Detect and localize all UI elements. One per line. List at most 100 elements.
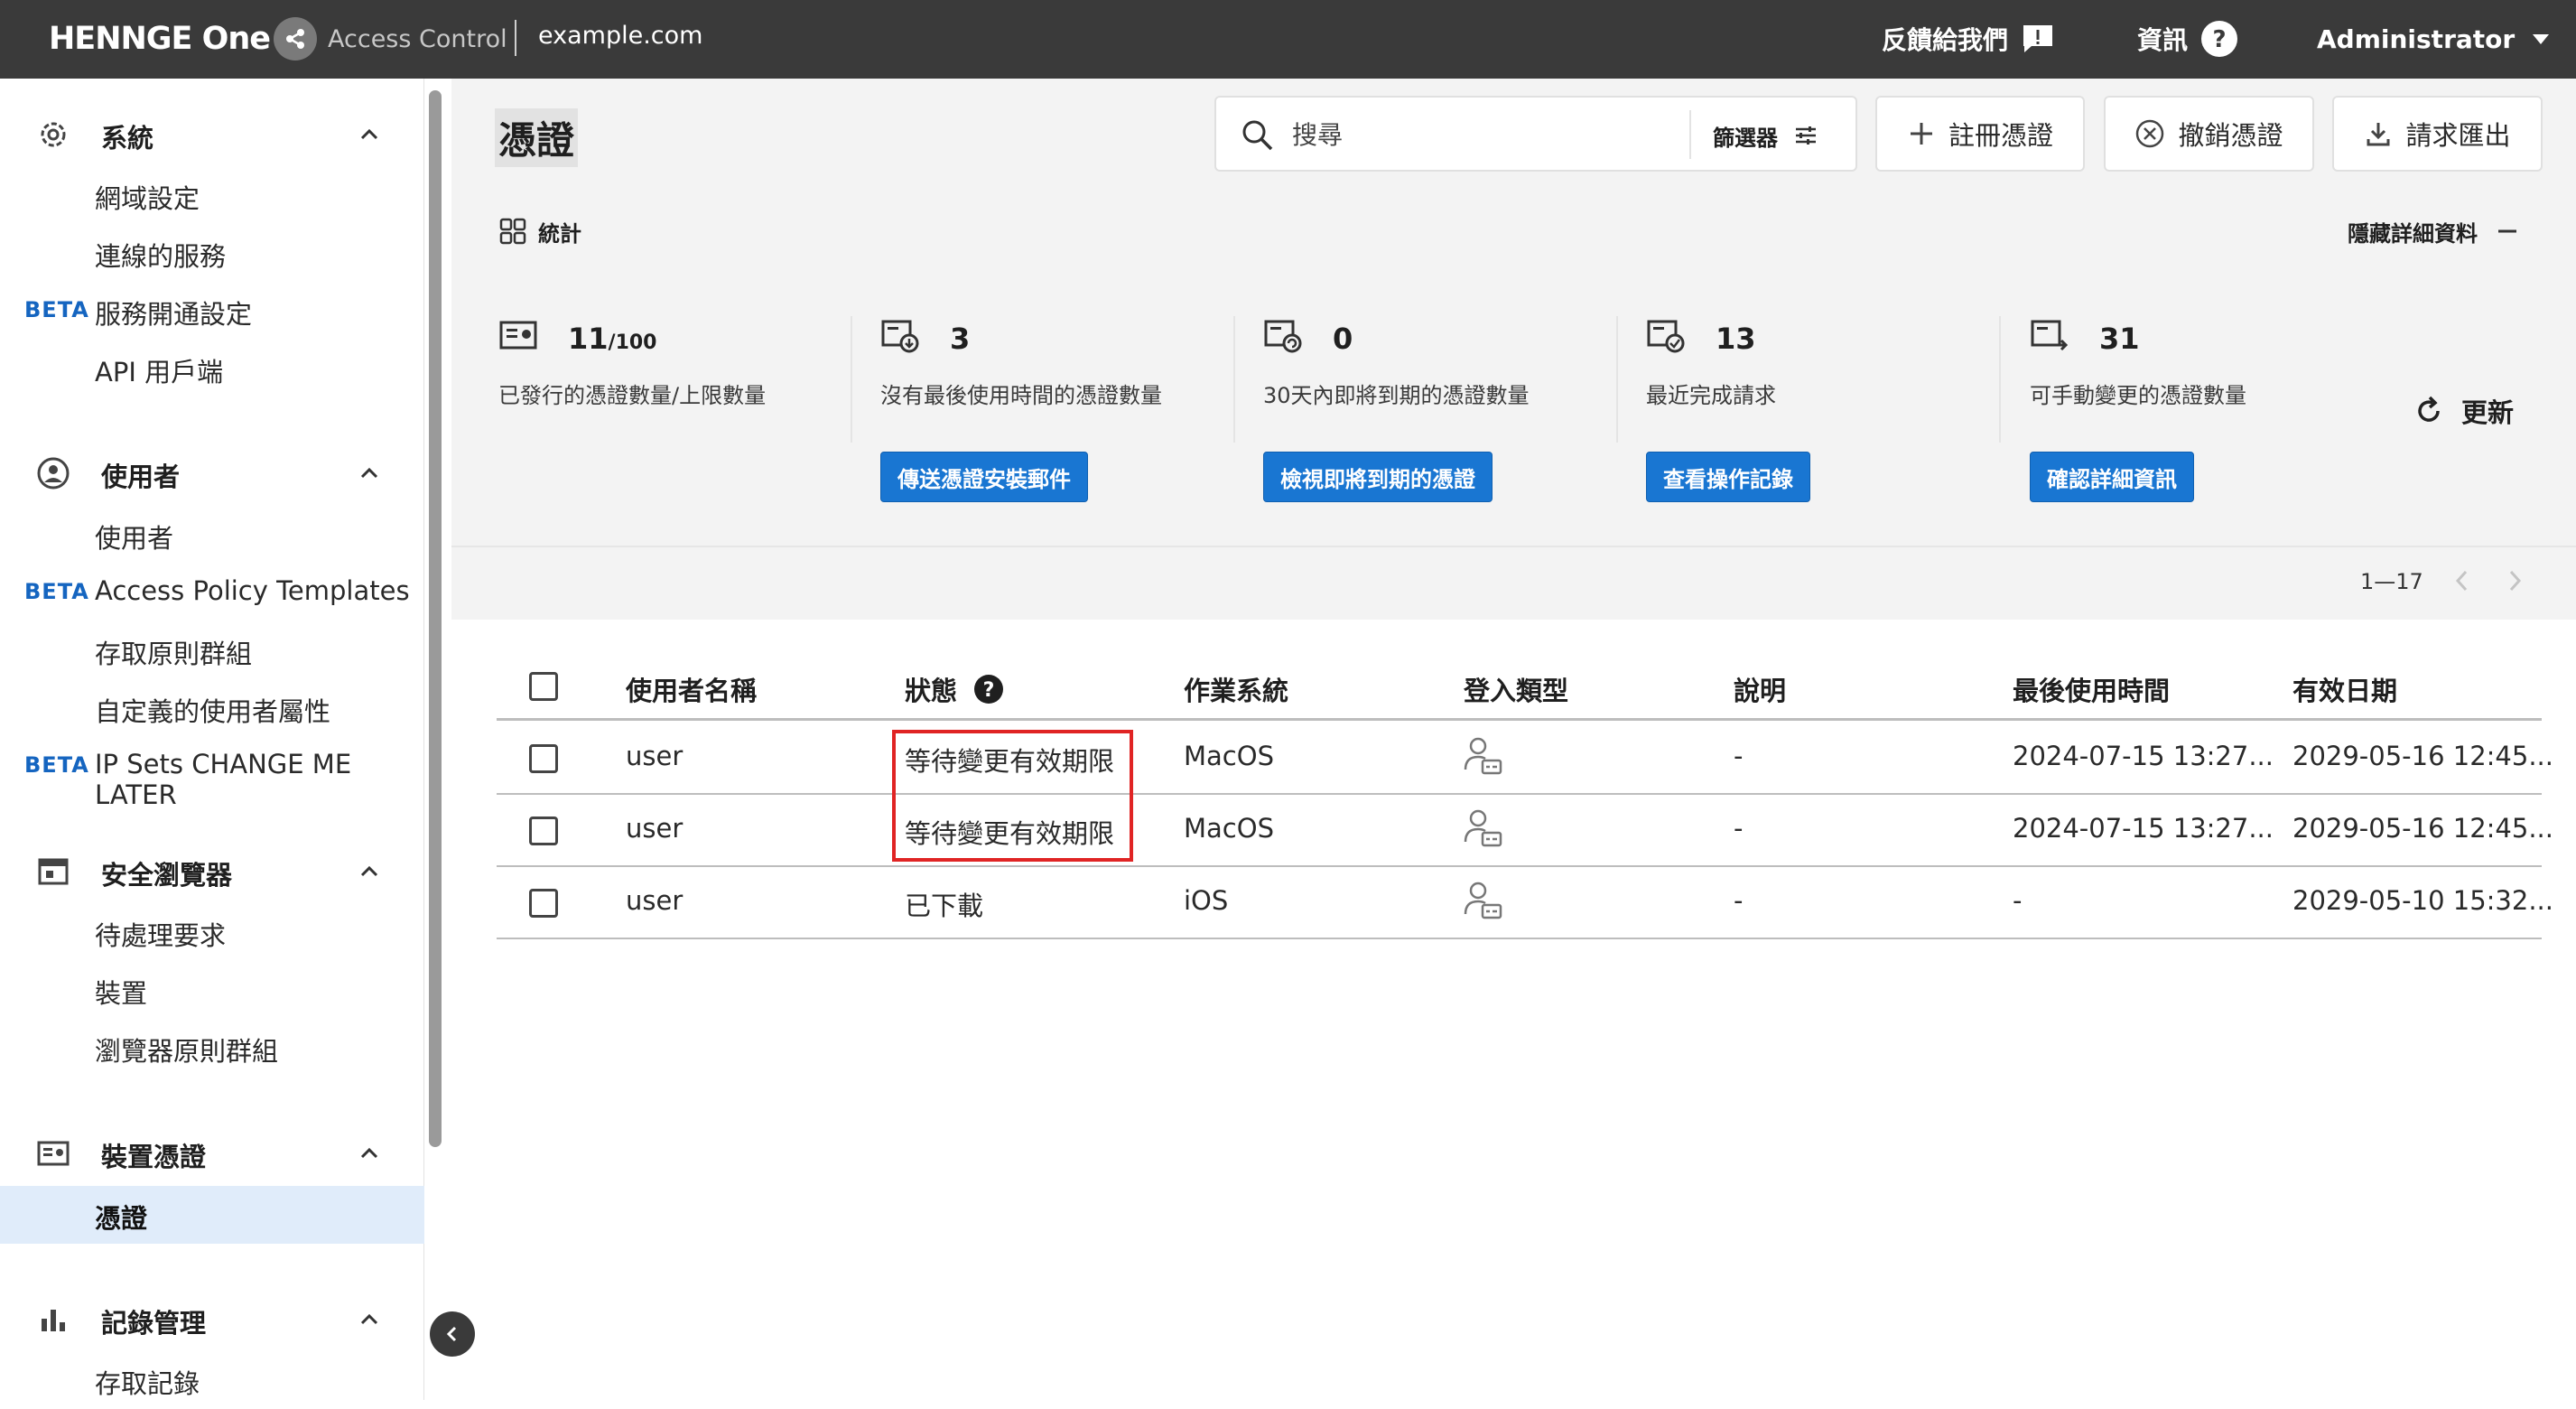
view-expiring-button[interactable]: 檢視即將到期的憑證: [1263, 452, 1493, 502]
feedback-icon: [2021, 23, 2055, 55]
column-header-status[interactable]: 狀態 ?: [905, 670, 1004, 708]
column-header-expiry[interactable]: 有效日期: [2292, 670, 2397, 708]
sidebar-item-access-logs[interactable]: 存取記錄: [0, 1351, 424, 1409]
sidebar-item-label: API 用戶端: [95, 357, 224, 387]
sidebar-item-label: 自定義的使用者屬性: [95, 696, 331, 727]
sidebar-item-label: 連線的服務: [95, 241, 227, 272]
certificate-download-icon: [880, 318, 920, 354]
product-name: Access Control: [328, 24, 507, 53]
column-header-os[interactable]: 作業系統: [1184, 670, 1288, 708]
sidebar-section-device-certificates[interactable]: 裝置憑證: [0, 1124, 424, 1181]
column-header-last-used[interactable]: 最後使用時間: [2013, 670, 2170, 708]
sidebar-item-api-clients[interactable]: API 用戶端: [0, 340, 424, 397]
sidebar-item-browser-policy-groups[interactable]: 瀏覽器原則群組: [0, 1019, 424, 1077]
sidebar-item-access-policy-templates[interactable]: BETA Access Policy Templates: [0, 564, 424, 621]
sidebar-item-access-policy-groups[interactable]: 存取原則群組: [0, 621, 424, 679]
help-icon[interactable]: ?: [973, 674, 1004, 704]
sidebar-item-ip-sets[interactable]: BETA IP Sets CHANGE ME LATER: [0, 737, 424, 810]
sidebar-item-label: Access Policy Templates: [95, 575, 410, 606]
sidebar-scrollbar[interactable]: [429, 90, 442, 1147]
chevron-left-icon[interactable]: [2449, 567, 2476, 594]
chevron-up-icon[interactable]: [356, 858, 383, 885]
sidebar-item-devices[interactable]: 裝置: [0, 961, 424, 1019]
chevron-up-icon[interactable]: [356, 121, 383, 148]
grid-icon: [498, 217, 527, 246]
register-certificate-button[interactable]: 註冊憑證: [1875, 96, 2085, 172]
minus-icon: [2496, 219, 2519, 243]
filter-button[interactable]: 篩選器: [1713, 117, 1819, 154]
column-header-login-type[interactable]: 登入類型: [1464, 670, 1568, 708]
sidebar-item-label: 憑證: [95, 1203, 148, 1234]
sidebar-item-certificates[interactable]: 憑證: [0, 1186, 424, 1244]
cell-last-used: -: [2013, 885, 2023, 916]
sidebar-section-secure-browser[interactable]: 安全瀏覽器: [0, 842, 424, 900]
sidebar-item-provisioning[interactable]: BETA 服務開通設定: [0, 282, 424, 340]
share-logo-icon: [274, 17, 318, 61]
stat-description: 最近完成請求: [1646, 383, 1776, 408]
sidebar-section-title: 裝置憑證: [101, 1142, 207, 1172]
sidebar-item-users[interactable]: 使用者: [0, 506, 424, 564]
stat-value: 13: [1716, 322, 1756, 356]
column-header-description[interactable]: 說明: [1734, 670, 1786, 708]
table-row[interactable]: user 等待變更有效期限 MacOS - 2024-07-15 13:27..…: [497, 795, 2553, 867]
stat-value: 11/100: [568, 322, 657, 356]
chevron-up-icon[interactable]: [356, 1306, 383, 1333]
divider: [515, 20, 516, 56]
refresh-button[interactable]: 更新: [2413, 388, 2514, 434]
caret-down-icon: [2527, 25, 2554, 52]
view-operation-logs-button[interactable]: 查看操作記錄: [1646, 452, 1810, 502]
send-install-mail-button[interactable]: 傳送憑證安裝郵件: [880, 452, 1088, 502]
certificate-arrow-icon: [2030, 318, 2069, 354]
user-menu[interactable]: Administrator: [2317, 18, 2554, 60]
cell-username[interactable]: user: [626, 885, 683, 916]
bar-chart-icon: [36, 1302, 70, 1337]
stats-label: 統計: [538, 220, 581, 247]
sidebar-section-logs[interactable]: 記錄管理: [0, 1290, 424, 1348]
row-checkbox[interactable]: [529, 744, 558, 773]
brand-logo[interactable]: HENNGE One Access Control: [49, 16, 507, 61]
table-row[interactable]: user 已下載 iOS - - 2029-05-10 15:32...: [497, 867, 2553, 939]
select-all-checkbox[interactable]: [529, 672, 558, 701]
sidebar-item-connected-services[interactable]: 連線的服務: [0, 224, 424, 282]
export-label: 請求匯出: [2405, 120, 2511, 151]
sidebar-item-custom-attributes[interactable]: 自定義的使用者屬性: [0, 679, 424, 737]
stat-manually-changeable: 31 可手動變更的憑證數量 確認詳細資訊: [2030, 316, 2409, 506]
confirm-details-button[interactable]: 確認詳細資訊: [2030, 452, 2194, 502]
info-label: 資訊: [2137, 25, 2189, 55]
row-checkbox[interactable]: [529, 889, 558, 918]
sidebar-section-title: 系統: [101, 123, 154, 154]
cell-expiry: 2029-05-16 12:45...: [2292, 813, 2553, 844]
revoke-certificate-button[interactable]: 撤銷憑證: [2104, 96, 2314, 172]
info-menu[interactable]: 資訊 ?: [2137, 18, 2238, 60]
filter-label: 篩選器: [1713, 125, 1778, 151]
cell-username[interactable]: user: [626, 813, 683, 844]
sidebar-collapse-button[interactable]: [430, 1311, 475, 1357]
sidebar-section-users[interactable]: 使用者: [0, 443, 424, 501]
chevron-up-icon[interactable]: [356, 1140, 383, 1167]
column-header-username[interactable]: 使用者名稱: [626, 670, 757, 708]
chevron-right-icon[interactable]: [2501, 567, 2528, 594]
search-input[interactable]: [1292, 114, 1635, 155]
cell-username[interactable]: user: [626, 741, 683, 771]
hide-details-toggle[interactable]: 隱藏詳細資料: [2348, 213, 2519, 249]
cell-expiry: 2029-05-16 12:45...: [2292, 741, 2553, 771]
user-name: Administrator: [2317, 23, 2516, 54]
beta-badge: BETA: [24, 297, 89, 322]
sidebar-item-label: 網域設定: [95, 183, 200, 214]
sidebar-section-system[interactable]: 系統: [0, 105, 424, 163]
stat-description: 30天內即將到期的憑證數量: [1263, 383, 1530, 408]
cancel-circle-icon: [2134, 118, 2165, 149]
sidebar-item-domain-settings[interactable]: 網域設定: [0, 166, 424, 224]
feedback-link[interactable]: 反饋給我們: [1882, 18, 2055, 60]
request-export-button[interactable]: 請求匯出: [2332, 96, 2543, 172]
chevron-up-icon[interactable]: [356, 460, 383, 487]
register-label: 註冊憑證: [1948, 120, 2053, 151]
svg-text:?: ?: [983, 679, 995, 702]
sidebar-item-pending-requests[interactable]: 待處理要求: [0, 903, 424, 961]
browser-icon: [36, 854, 70, 889]
cell-last-used: 2024-07-15 13:27...: [2013, 813, 2274, 844]
sidebar-section-title: 使用者: [101, 462, 181, 492]
row-checkbox[interactable]: [529, 816, 558, 845]
table-row[interactable]: user 等待變更有效期限 MacOS - 2024-07-15 13:27..…: [497, 723, 2553, 795]
stat-issued-certificates: 11/100 已發行的憑證數量/上限數量: [498, 316, 878, 506]
